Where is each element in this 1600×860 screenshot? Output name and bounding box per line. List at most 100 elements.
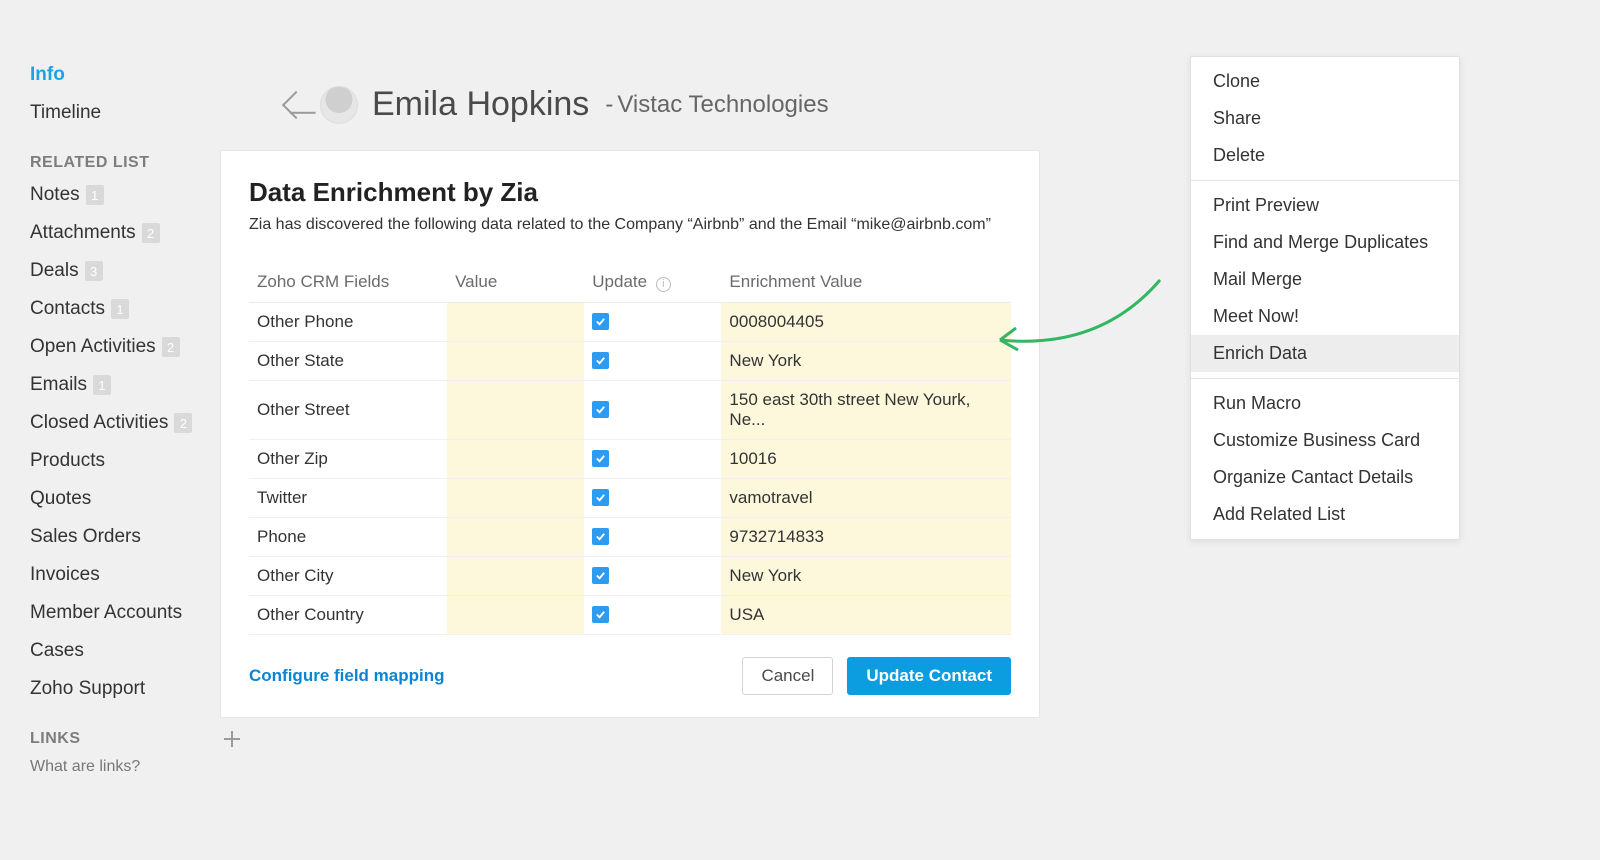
checkbox-icon[interactable] [592,528,609,545]
table-row: Twittervamotravel [249,479,1011,518]
menu-item[interactable]: Meet Now! [1191,298,1459,335]
sidebar-item[interactable]: Products [30,442,250,480]
checkbox-icon[interactable] [592,489,609,506]
cell-enrichment: vamotravel [721,479,1011,518]
record-company: Vistac Technologies [603,91,828,119]
sidebar-item[interactable]: Contacts 1 [30,290,250,328]
update-contact-button[interactable]: Update Contact [847,657,1011,695]
menu-item[interactable]: Mail Merge [1191,261,1459,298]
cell-update [584,342,721,381]
cell-field: Other Zip [249,440,447,479]
configure-mapping-link[interactable]: Configure field mapping [249,666,445,686]
sidebar-links-heading: LINKS [30,708,240,752]
sidebar-item[interactable]: Cases [30,632,250,670]
cell-enrichment: 9732714833 [721,518,1011,557]
checkbox-icon[interactable] [592,313,609,330]
avatar [320,86,358,124]
cell-value [447,381,584,440]
sidebar-item-label: Sales Orders [30,526,141,548]
count-badge: 1 [111,299,129,319]
sidebar-item[interactable]: Open Activities2 [30,328,250,366]
cell-field: Phone [249,518,447,557]
sidebar-item[interactable]: Deals3 [30,252,250,290]
cell-value [447,479,584,518]
cell-update [584,518,721,557]
checkbox-icon[interactable] [592,567,609,584]
panel-title: Data Enrichment by Zia [249,177,1011,208]
checkbox-icon[interactable] [592,401,609,418]
menu-item[interactable]: Print Preview [1191,187,1459,224]
cell-update [584,557,721,596]
back-arrow-icon[interactable] [282,90,310,118]
panel-subtitle: Zia has discovered the following data re… [249,216,1011,234]
links-help-text[interactable]: What are links? [30,752,250,776]
menu-separator [1191,378,1459,379]
links-heading-label: LINKS [30,730,81,748]
cell-field: Other City [249,557,447,596]
menu-item[interactable]: Enrich Data [1191,335,1459,372]
checkbox-icon[interactable] [592,352,609,369]
sidebar-item-label: Closed Activities [30,412,168,434]
sidebar-item[interactable]: Invoices [30,556,250,594]
cell-update [584,303,721,342]
menu-item[interactable]: Organize Cantact Details [1191,459,1459,496]
sidebar-item[interactable]: Attachments 2 [30,214,250,252]
table-row: Other CityNew York [249,557,1011,596]
menu-item[interactable]: Share [1191,100,1459,137]
menu-separator [1191,180,1459,181]
menu-item[interactable]: Delete [1191,137,1459,174]
sidebar-item[interactable]: Closed Activities2 [30,404,250,442]
sidebar-item-label: Invoices [30,564,100,586]
sidebar-item-label: Attachments [30,222,136,244]
info-icon[interactable]: i [656,277,671,292]
sidebar-item[interactable]: Zoho Support [30,670,250,708]
cell-value [447,303,584,342]
sidebar-info[interactable]: Info [30,56,250,94]
cell-value [447,596,584,635]
cell-update [584,479,721,518]
menu-item[interactable]: Add Related List [1191,496,1459,533]
table-row: Other Zip 10016 [249,440,1011,479]
sidebar-item-label: Zoho Support [30,678,145,700]
table-row: Other Phone 0008004405 [249,303,1011,342]
checkbox-icon[interactable] [592,606,609,623]
cell-enrichment: 0008004405 [721,303,1011,342]
sidebar-item-label: Quotes [30,488,91,510]
sidebar-item-label: Member Accounts [30,602,182,624]
count-badge: 2 [142,223,160,243]
sidebar-item[interactable]: Sales Orders [30,518,250,556]
sidebar-item[interactable]: Member Accounts [30,594,250,632]
cell-field: Other Phone [249,303,447,342]
cell-value [447,518,584,557]
sidebar-item-label: Contacts [30,298,105,320]
sidebar-item-label: Open Activities [30,336,156,358]
checkbox-icon[interactable] [592,450,609,467]
menu-item[interactable]: Customize Business Card [1191,422,1459,459]
menu-item[interactable]: Clone [1191,63,1459,100]
sidebar-related-heading: RELATED LIST [30,132,240,176]
sidebar-item-label: Notes [30,184,80,206]
cell-enrichment: USA [721,596,1011,635]
more-actions-menu: CloneShareDelete Print PreviewFind and M… [1190,56,1460,540]
sidebar-item-label: Emails [30,374,87,396]
count-badge: 3 [85,261,103,281]
col-value: Value [447,262,584,303]
count-badge: 1 [93,375,111,395]
cell-enrichment: 10016 [721,440,1011,479]
sidebar-item[interactable]: Notes1 [30,176,250,214]
sidebar-item[interactable]: Emails 1 [30,366,250,404]
menu-item[interactable]: Run Macro [1191,385,1459,422]
sidebar-item[interactable]: Quotes [30,480,250,518]
cancel-button[interactable]: Cancel [742,657,833,695]
sidebar-item-label: Cases [30,640,84,662]
add-link-icon[interactable] [224,731,240,747]
cell-field: Other Country [249,596,447,635]
enrichment-table: Zoho CRM Fields Value Update i Enrichmen… [249,262,1011,635]
table-row: Other StateNew York [249,342,1011,381]
cell-value [447,342,584,381]
table-row: Other Country USA [249,596,1011,635]
cell-field: Other Street [249,381,447,440]
cell-update [584,381,721,440]
sidebar-timeline[interactable]: Timeline [30,94,250,132]
menu-item[interactable]: Find and Merge Duplicates [1191,224,1459,261]
